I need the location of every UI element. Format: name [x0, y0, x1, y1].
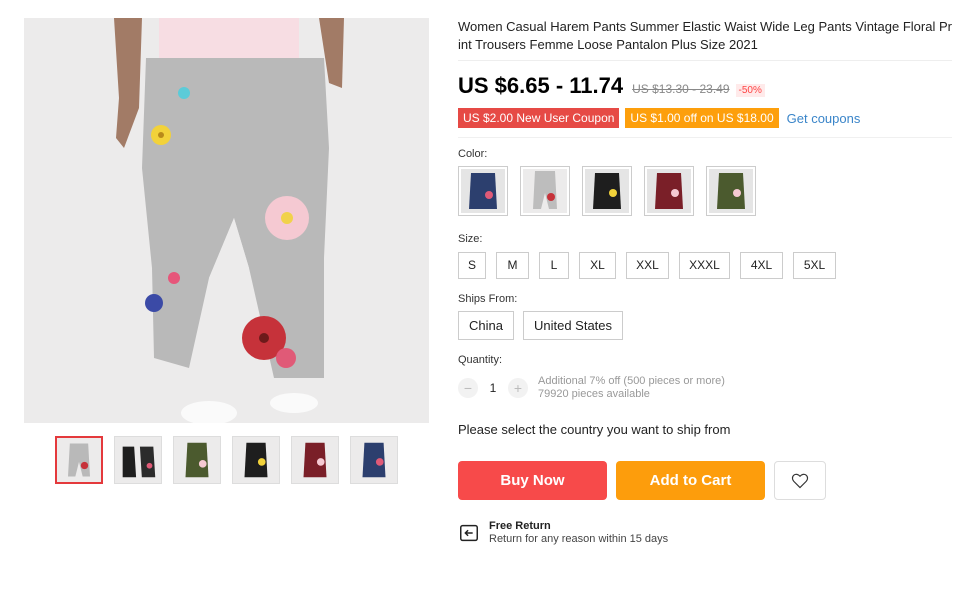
price-row: US $6.65 - 11.74 US $13.30 - 23.49 -50% — [458, 73, 952, 99]
store-coupon[interactable]: US $1.00 off on US $18.00 — [625, 108, 779, 128]
ship-country-message: Please select the country you want to sh… — [458, 422, 731, 437]
divider — [458, 137, 952, 138]
stock-available: 79920 pieces available — [538, 388, 650, 400]
coupon-row: US $2.00 New User Coupon US $1.00 off on… — [458, 108, 952, 128]
thumbnail-burgundy[interactable] — [291, 436, 339, 484]
wishlist-button[interactable] — [774, 461, 826, 500]
size-option-xl[interactable]: XL — [579, 252, 616, 279]
color-options — [458, 166, 952, 216]
size-option-5xl[interactable]: 5XL — [793, 252, 836, 279]
quantity-value[interactable]: 1 — [478, 381, 508, 395]
ships-from-options: China United States — [458, 311, 952, 340]
return-policy: Free Return Return for any reason within… — [458, 520, 952, 546]
thumbnail-black-2[interactable] — [232, 436, 280, 484]
size-section: Size: S M L XL XXL XXXL 4XL 5XL — [458, 233, 952, 279]
get-coupons-link[interactable]: Get coupons — [787, 111, 861, 126]
new-user-coupon[interactable]: US $2.00 New User Coupon — [458, 108, 620, 128]
color-option-army-green[interactable] — [706, 166, 756, 216]
size-option-4xl[interactable]: 4XL — [740, 252, 783, 279]
quantity-label: Quantity: — [458, 354, 503, 366]
color-option-navy[interactable] — [458, 166, 508, 216]
bulk-discount-note: Additional 7% off (500 pieces or more) — [538, 375, 725, 387]
ships-from-china[interactable]: China — [458, 311, 514, 340]
product-title: Women Casual Harem Pants Summer Elastic … — [458, 19, 952, 52]
return-title: Free Return — [489, 520, 551, 532]
ships-from-label: Ships From: — [458, 293, 518, 305]
thumbnail-grey-floral[interactable] — [55, 436, 103, 484]
ships-from-united-states[interactable]: United States — [522, 311, 624, 340]
size-option-s[interactable]: S — [458, 252, 486, 279]
size-option-xxl[interactable]: XXL — [626, 252, 669, 279]
return-subtitle: Return for any reason within 15 days — [489, 533, 669, 545]
color-option-burgundy[interactable] — [644, 166, 694, 216]
add-to-cart-button[interactable]: Add to Cart — [616, 461, 765, 500]
heart-icon — [791, 473, 809, 488]
color-option-black[interactable] — [582, 166, 632, 216]
size-option-m[interactable]: M — [496, 252, 529, 279]
main-product-image[interactable] — [24, 18, 429, 423]
color-section: Color: — [458, 148, 952, 216]
ships-from-section: Ships From: China United States — [458, 293, 952, 340]
quantity-section: Quantity: − 1 + Additional 7% off (500 p… — [458, 354, 952, 401]
quantity-stepper: − 1 + Additional 7% off (500 pieces or m… — [458, 375, 952, 401]
color-option-grey-floral[interactable] — [520, 166, 570, 216]
size-option-xxxl[interactable]: XXXL — [679, 252, 730, 279]
size-label: Size: — [458, 233, 483, 245]
product-info-panel: Women Casual Harem Pants Summer Elastic … — [458, 18, 952, 546]
action-buttons: Buy Now Add to Cart — [458, 461, 952, 500]
thumbnail-black[interactable] — [114, 436, 162, 484]
quantity-decrease-button[interactable]: − — [458, 378, 478, 398]
buy-now-button[interactable]: Buy Now — [458, 461, 607, 500]
size-option-l[interactable]: L — [539, 252, 569, 279]
divider — [458, 60, 952, 61]
color-label: Color: — [458, 148, 488, 160]
thumbnail-green[interactable] — [173, 436, 221, 484]
thumbnail-strip — [55, 436, 398, 484]
size-options: S M L XL XXL XXXL 4XL 5XL — [458, 252, 952, 279]
quantity-info: Additional 7% off (500 pieces or more) 7… — [538, 375, 725, 401]
pants-image — [24, 18, 429, 423]
thumbnail-navy[interactable] — [350, 436, 398, 484]
quantity-increase-button[interactable]: + — [508, 378, 528, 398]
return-icon — [460, 524, 478, 542]
current-price: US $6.65 - 11.74 — [458, 73, 624, 98]
original-price: US $13.30 - 23.49 — [632, 82, 730, 96]
discount-badge: -50% — [735, 84, 765, 97]
